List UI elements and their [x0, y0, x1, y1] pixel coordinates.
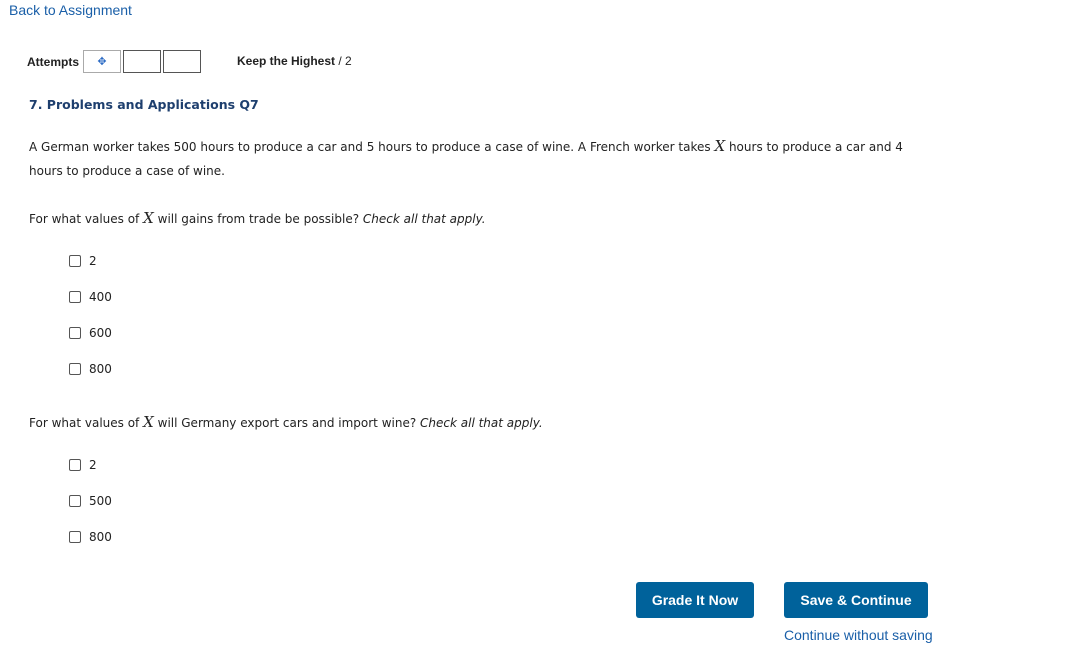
part2-instruction: Check all that apply.	[420, 416, 543, 430]
intro-text-part1: A German worker takes 500 hours to produ…	[29, 140, 711, 154]
part1-option-2[interactable]: 2	[69, 254, 97, 268]
variable-x: X	[143, 413, 154, 431]
checkbox[interactable]	[69, 531, 81, 543]
part1-prompt: For what values of X will gains from tra…	[29, 206, 929, 231]
checkbox[interactable]	[69, 459, 81, 471]
part2-prompt: For what values of X will Germany export…	[29, 410, 929, 435]
part2-option-2[interactable]: 2	[69, 458, 97, 472]
grade-it-now-button[interactable]: Grade It Now	[636, 582, 754, 618]
option-label: 500	[89, 494, 112, 508]
option-label: 2	[89, 458, 97, 472]
question-intro: A German worker takes 500 hours to produ…	[29, 134, 929, 183]
checkbox[interactable]	[69, 327, 81, 339]
part1-option-400[interactable]: 400	[69, 290, 112, 304]
continue-without-saving-link[interactable]: Continue without saving	[784, 627, 933, 643]
part1-instruction: Check all that apply.	[362, 212, 486, 226]
part1-option-600[interactable]: 600	[69, 326, 112, 340]
attempt-box-3	[163, 50, 202, 73]
intro-text-line2: hours to produce a case of wine.	[29, 164, 225, 178]
part1-prompt-pre: For what values of	[29, 212, 140, 226]
option-label: 600	[89, 326, 112, 340]
part2-option-500[interactable]: 500	[69, 494, 112, 508]
option-label: 400	[89, 290, 112, 304]
option-label: 800	[89, 362, 112, 376]
checkbox[interactable]	[69, 255, 81, 267]
part2-option-800[interactable]: 800	[69, 530, 112, 544]
checkbox[interactable]	[69, 495, 81, 507]
keep-highest-label: Keep the Highest	[237, 54, 336, 68]
attempts-label: Attempts	[27, 54, 80, 69]
part2-prompt-post: will Germany export cars and import wine…	[157, 416, 417, 430]
part1-option-800[interactable]: 800	[69, 362, 112, 376]
intro-text-part2: hours to produce a car and 4	[728, 140, 903, 154]
part2-prompt-pre: For what values of	[29, 416, 140, 430]
question-title: 7. Problems and Applications Q7	[29, 97, 259, 112]
save-and-continue-button[interactable]: Save & Continue	[784, 582, 928, 618]
checkbox[interactable]	[69, 291, 81, 303]
attempts-max: / 2	[338, 54, 352, 68]
attempts-row: Attempts ✥	[27, 49, 203, 74]
diamond-dots-icon: ✥	[97, 55, 107, 68]
variable-x: X	[714, 137, 726, 155]
option-label: 2	[89, 254, 97, 268]
attempt-box-1: ✥	[83, 50, 122, 73]
keep-highest-text: Keep the Highest / 2	[237, 54, 352, 68]
part1-prompt-post: will gains from trade be possible?	[157, 212, 360, 226]
checkbox[interactable]	[69, 363, 81, 375]
attempt-box-2	[123, 50, 162, 73]
back-to-assignment-link[interactable]: Back to Assignment	[9, 2, 132, 18]
variable-x: X	[143, 209, 154, 227]
option-label: 800	[89, 530, 112, 544]
